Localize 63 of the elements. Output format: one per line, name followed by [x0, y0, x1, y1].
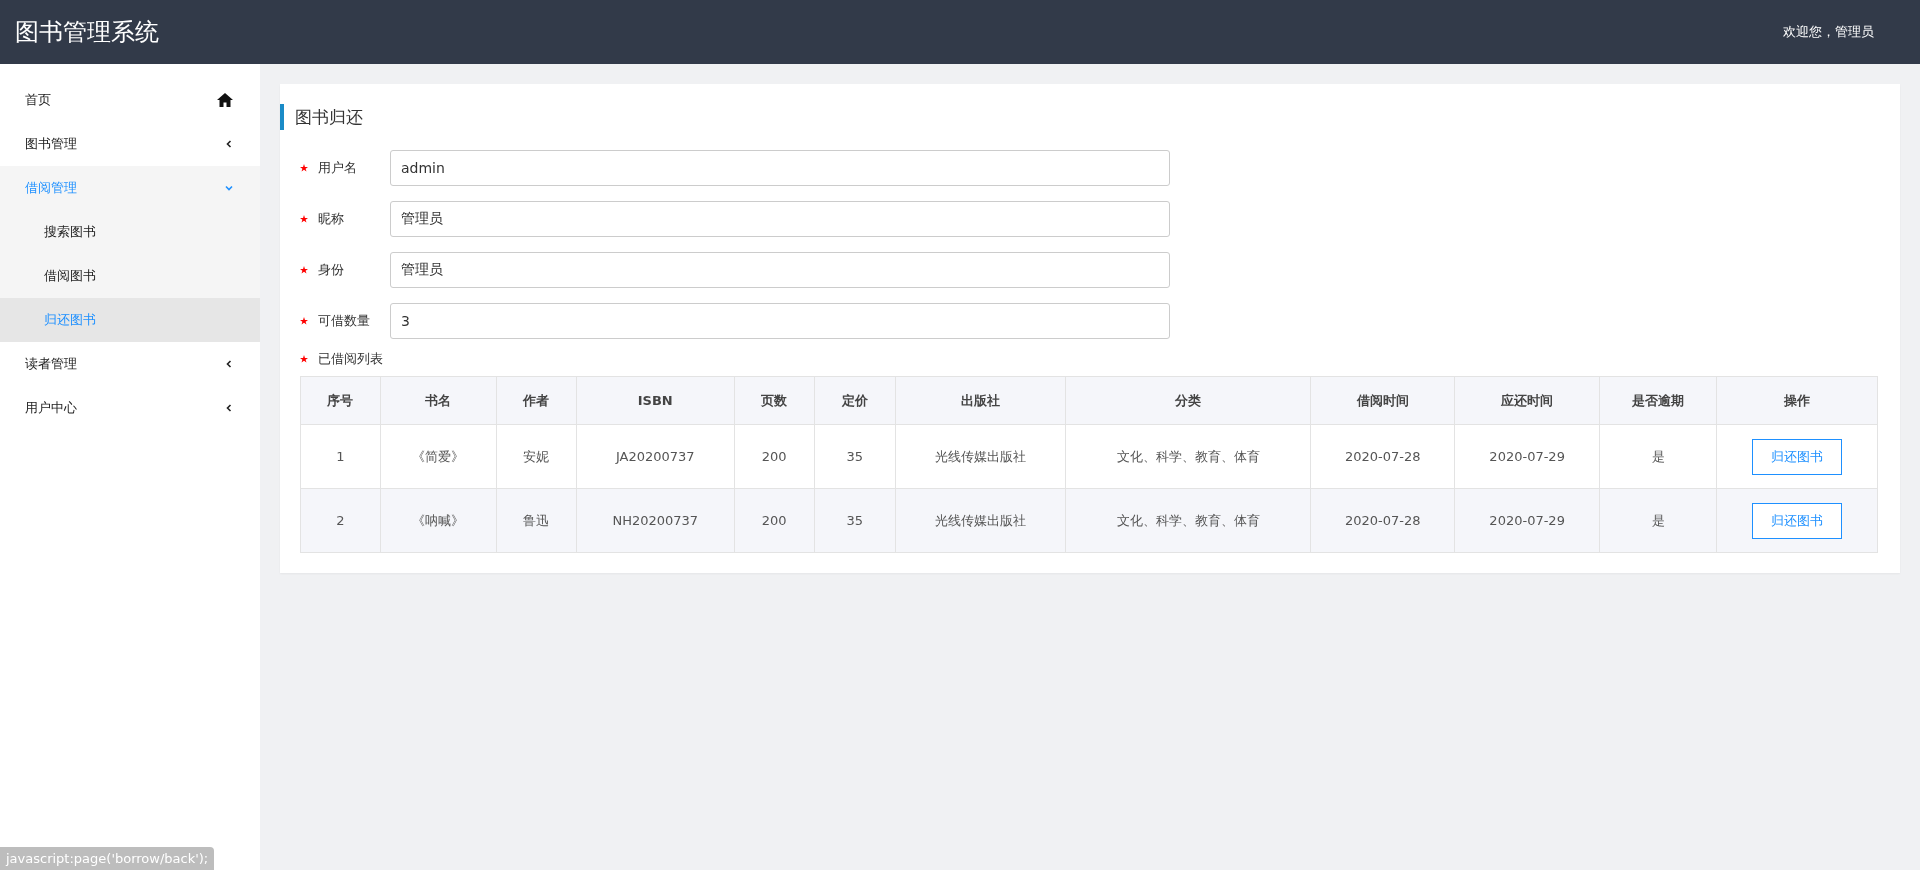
column-header: 应还时间: [1454, 376, 1600, 425]
text-field[interactable]: admin: [390, 150, 1170, 186]
field-label: 可借数量: [300, 312, 390, 330]
home-icon: [216, 92, 234, 108]
table-cell: 是: [1599, 424, 1717, 489]
table-cell: 2020-07-29: [1454, 424, 1600, 489]
table-cell: 2020-07-28: [1310, 424, 1455, 489]
table-cell: JA20200737: [576, 424, 735, 489]
column-header: 操作: [1716, 376, 1878, 425]
required-icon: [300, 215, 308, 223]
required-icon: [300, 317, 308, 325]
table-cell: 35: [814, 424, 896, 489]
table-cell: 文化、科学、教育、体育: [1066, 424, 1311, 489]
table-cell: 1: [300, 424, 381, 489]
field-label: 身份: [300, 261, 390, 279]
column-header: 定价: [814, 376, 896, 425]
required-icon: [300, 164, 308, 172]
column-header: 书名: [380, 376, 497, 425]
text-field[interactable]: 管理员: [390, 201, 1170, 237]
table-cell: 2020-07-29: [1454, 488, 1600, 553]
field-label: 用户名: [300, 159, 390, 177]
table-cell: 光线传媒出版社: [895, 488, 1066, 553]
link-status-tooltip: javascript:page('borrow/back');: [0, 847, 215, 870]
field-label: 昵称: [300, 210, 390, 228]
chevron-down-icon: [224, 183, 234, 193]
table-cell: 安妮: [496, 424, 577, 489]
column-header: 出版社: [895, 376, 1066, 425]
column-header: 借阅时间: [1310, 376, 1455, 425]
column-header: 分类: [1066, 376, 1311, 425]
table-cell: 鲁迅: [496, 488, 577, 553]
table-cell: 35: [814, 488, 896, 553]
list-label: 已借阅列表: [300, 350, 1880, 368]
sidebar-item[interactable]: 用户中心: [0, 386, 260, 430]
table-cell: NH20200737: [576, 488, 735, 553]
section-title: 图书归还: [280, 104, 1880, 130]
welcome-text: 欢迎您，管理员: [1783, 23, 1874, 41]
sidebar-subitem[interactable]: 搜索图书: [0, 210, 260, 254]
table-cell: 2020-07-28: [1310, 488, 1455, 553]
required-icon: [300, 355, 308, 363]
column-header: ISBN: [576, 376, 735, 425]
table-cell: 200: [734, 488, 815, 553]
table-cell: 2: [300, 488, 381, 553]
column-header: 序号: [300, 376, 381, 425]
column-header: 作者: [496, 376, 577, 425]
table-cell: 200: [734, 424, 815, 489]
app-title: 图书管理系统: [15, 17, 159, 48]
chevron-left-icon: [224, 139, 234, 149]
text-field[interactable]: 管理员: [390, 252, 1170, 288]
column-header: 是否逾期: [1599, 376, 1717, 425]
table-cell: 文化、科学、教育、体育: [1066, 488, 1311, 553]
table-cell: 《简爱》: [380, 424, 497, 489]
required-icon: [300, 266, 308, 274]
table-cell: 光线传媒出版社: [895, 424, 1066, 489]
chevron-left-icon: [224, 359, 234, 369]
column-header: 页数: [734, 376, 815, 425]
chevron-left-icon: [224, 403, 234, 413]
sidebar-item[interactable]: 读者管理: [0, 342, 260, 386]
sidebar-item[interactable]: 图书管理: [0, 122, 260, 166]
text-field[interactable]: 3: [390, 303, 1170, 339]
sidebar-item[interactable]: 首页: [0, 78, 260, 122]
table-cell: 《呐喊》: [380, 488, 497, 553]
table-cell: 是: [1599, 488, 1717, 553]
sidebar-subitem[interactable]: 借阅图书: [0, 254, 260, 298]
